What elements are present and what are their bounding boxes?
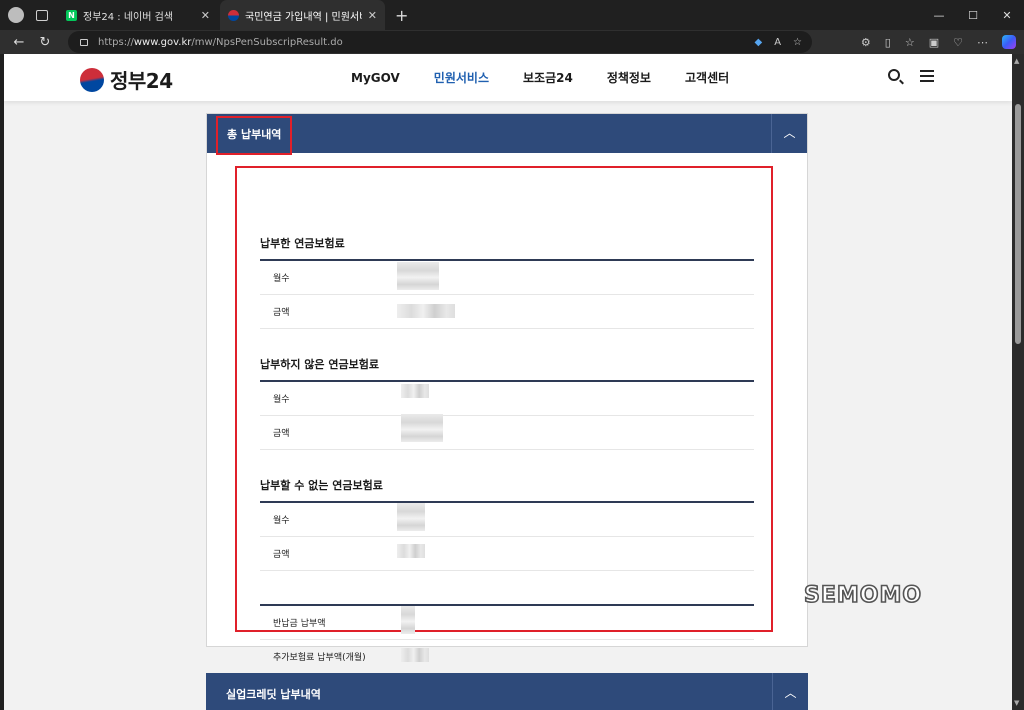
row-label-refund-paid: 반납금 납부액 (273, 619, 326, 629)
collections-icon[interactable]: ▣ (929, 36, 939, 49)
tag-icon[interactable]: ◆ (754, 37, 762, 48)
row-label-months: 월수 (273, 516, 290, 526)
row-divider (260, 449, 754, 450)
nav-item-policy[interactable]: 정책정보 (607, 69, 651, 86)
minimize-button[interactable]: — (922, 9, 956, 22)
browser-essentials-icon[interactable]: ♡ (953, 36, 963, 49)
profile-avatar[interactable] (8, 7, 24, 23)
close-window-button[interactable]: ✕ (990, 9, 1024, 22)
card-header[interactable]: 총 납부내역 ︿ (207, 114, 807, 153)
close-icon[interactable]: ✕ (201, 9, 210, 22)
browser-tab-bar: N 정부24 : 네이버 검색 ✕ 국민연금 가입내역 | 민원서비스 | ✕ … (0, 0, 1024, 30)
site-header: 정부24 MyGOV 민원서비스 보조금24 정책정보 고객센터 (4, 54, 1012, 101)
tab-title: 국민연금 가입내역 | 민원서비스 | (245, 11, 362, 23)
row-label-months: 월수 (273, 395, 290, 405)
row-label-additional-paid: 추가보험료 납부액(개월) (273, 653, 366, 663)
maximize-button[interactable]: ☐ (956, 9, 990, 22)
chevron-up-icon[interactable]: ︿ (772, 673, 808, 710)
nav-item-subsidy[interactable]: 보조금24 (523, 69, 573, 86)
nav-item-civil-service[interactable]: 민원서비스 (434, 69, 489, 86)
hamburger-menu-icon[interactable] (920, 70, 934, 82)
toolbar-icons: ⚙ ▯ ☆ ▣ ♡ ⋯ (861, 30, 1016, 54)
browser-tab-naver[interactable]: N 정부24 : 네이버 검색 ✕ (58, 0, 218, 30)
lock-icon (80, 38, 88, 46)
tab-actions-icon[interactable] (36, 9, 48, 21)
new-tab-button[interactable]: + (395, 6, 408, 25)
row-label-amount: 금액 (273, 429, 290, 439)
more-icon[interactable]: ⋯ (977, 36, 988, 49)
scroll-up-icon[interactable]: ▲ (1014, 57, 1019, 65)
row-divider (260, 328, 754, 329)
blurred-value (397, 503, 425, 531)
row-divider (260, 536, 754, 537)
section-divider (260, 259, 754, 261)
address-bar[interactable]: https://www.gov.kr/mw/NpsPenSubscripResu… (68, 31, 812, 53)
back-arrow-icon[interactable]: ← (12, 35, 26, 50)
favorites-icon[interactable]: ☆ (905, 36, 915, 49)
row-divider (260, 639, 754, 640)
taegeuk-logo-icon (80, 67, 104, 92)
scroll-thumb[interactable] (1015, 104, 1021, 344)
card-title: 실업크레딧 납부내역 (226, 688, 321, 701)
row-label-months: 월수 (273, 274, 290, 284)
row-divider (260, 294, 754, 295)
row-label-amount: 금액 (273, 550, 290, 560)
split-screen-icon[interactable]: ▯ (885, 36, 891, 49)
chevron-up-icon[interactable]: ︿ (771, 114, 807, 153)
row-divider (260, 570, 754, 571)
url-text: https://www.gov.kr/mw/NpsPenSubscripResu… (98, 36, 343, 48)
blurred-value (401, 414, 443, 442)
row-divider (260, 415, 754, 416)
browser-toolbar: ← ↻ https://www.gov.kr/mw/NpsPenSubscrip… (0, 30, 1024, 54)
highlight-box-title (216, 116, 292, 155)
search-icon[interactable] (888, 69, 900, 81)
blurred-value (401, 648, 429, 662)
blurred-value (401, 384, 429, 398)
total-payment-card: 총 납부내역 ︿ 납부한 연금보험료 월수 금액 납부하지 않은 연금보험료 월… (206, 113, 808, 663)
section-title-paid: 납부한 연금보험료 (260, 237, 345, 250)
favorite-star-icon[interactable]: ☆ (793, 37, 802, 48)
watermark-text: SEMOMO (803, 582, 923, 609)
logo-text: 정부24 (110, 69, 173, 93)
section-divider (260, 604, 754, 606)
blurred-value (397, 262, 439, 290)
read-aloud-icon[interactable]: A (774, 37, 781, 48)
section-title-unpayable: 납부할 수 없는 연금보험료 (260, 479, 383, 492)
blurred-value (397, 544, 425, 558)
page-viewport: 정부24 MyGOV 민원서비스 보조금24 정책정보 고객센터 총 납부내역 … (4, 54, 1012, 710)
site-logo[interactable]: 정부24 (80, 65, 173, 94)
gov-favicon-icon (228, 9, 239, 21)
browser-tab-gov[interactable]: 국민연금 가입내역 | 민원서비스 | ✕ (220, 0, 385, 30)
section-divider (260, 501, 754, 503)
tab-title: 정부24 : 네이버 검색 (83, 11, 174, 23)
page-scrollbar[interactable]: ▲ ▼ (1012, 54, 1024, 710)
naver-favicon-icon: N (66, 9, 77, 21)
section-title-unpaid: 납부하지 않은 연금보험료 (260, 358, 379, 371)
refresh-icon[interactable]: ↻ (38, 35, 52, 50)
row-label-amount: 금액 (273, 308, 290, 318)
copilot-icon[interactable] (1002, 35, 1016, 49)
main-nav: MyGOV 민원서비스 보조금24 정책정보 고객센터 (351, 54, 763, 101)
scroll-down-icon[interactable]: ▼ (1014, 699, 1019, 707)
close-icon[interactable]: ✕ (368, 9, 377, 22)
extensions-icon[interactable]: ⚙ (861, 36, 871, 49)
unemployment-credit-card-header[interactable]: 실업크레딧 납부내역 ︿ (206, 673, 808, 710)
nav-item-mygov[interactable]: MyGOV (351, 71, 400, 85)
nav-item-support[interactable]: 고객센터 (685, 69, 729, 86)
blurred-value (401, 606, 415, 634)
blurred-value (397, 304, 455, 318)
section-divider (260, 380, 754, 382)
address-bar-icons: ◆ A ☆ (754, 31, 802, 53)
window-controls: — ☐ ✕ (922, 0, 1024, 30)
